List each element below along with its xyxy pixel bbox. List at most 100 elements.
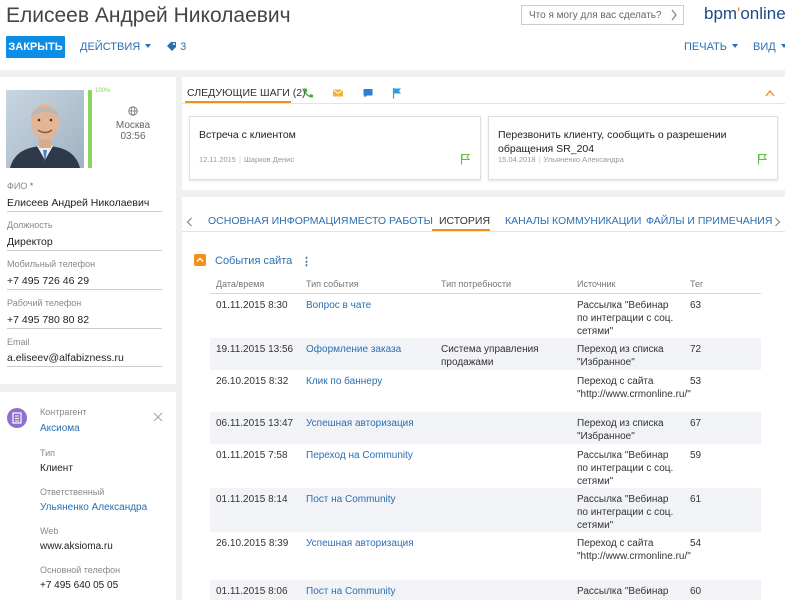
cell-source: Рассылка "Вебинар по интеграции с соц. с…: [577, 450, 674, 487]
cell-source: Рассылка "Вебинар по: [577, 586, 669, 600]
field-label-work-phone: Рабочий телефон: [7, 298, 82, 308]
cell-date: 01.11.2015 8:06: [216, 586, 288, 597]
print-button[interactable]: ПЕЧАТЬ: [684, 41, 738, 53]
work-phone-field[interactable]: +7 495 780 80 82: [7, 314, 89, 326]
account-icon: [7, 408, 27, 428]
account-link[interactable]: Аксиома: [40, 423, 80, 434]
field-divider: [7, 250, 162, 251]
tab-history[interactable]: ИСТОРИЯ: [439, 215, 490, 227]
field-label-fullname: ФИО *: [7, 181, 34, 191]
flag-icon[interactable]: [756, 153, 768, 165]
next-step-card[interactable]: Перезвонить клиенту, сообщить о разрешен…: [488, 116, 778, 180]
cell-event-link[interactable]: Клик по баннеру: [306, 375, 382, 388]
chevron-right-icon[interactable]: [774, 217, 781, 227]
field-divider: [7, 366, 162, 367]
caret-down-icon: [780, 44, 785, 48]
cell-date: 01.11.2015 8:14: [216, 494, 288, 505]
phone-icon[interactable]: [302, 87, 314, 99]
account-web-value[interactable]: www.aksioma.ru: [40, 541, 113, 552]
column-header[interactable]: Тип события: [306, 279, 359, 289]
flag-icon[interactable]: [459, 153, 471, 165]
tag-icon: [167, 42, 176, 51]
chevron-up-icon[interactable]: [765, 89, 775, 97]
cell-source: Рассылка "Вебинар по интеграции с соц. с…: [577, 494, 674, 531]
job-field[interactable]: Директор: [7, 236, 53, 248]
contact-photo[interactable]: [6, 90, 84, 168]
command-line[interactable]: Что я могу для вас сделать?: [521, 5, 684, 25]
account-owner-link[interactable]: Ульяненко Александра: [40, 502, 147, 513]
field-label-mobile: Мобильный телефон: [7, 259, 96, 269]
account-web-label: Web: [40, 526, 59, 536]
cell-event-link[interactable]: Успешная авторизация: [306, 417, 414, 430]
column-header[interactable]: Тип потребности: [441, 279, 511, 289]
detail-title[interactable]: События сайта: [215, 255, 292, 267]
cell-tag: 53: [690, 376, 702, 387]
next-step-card[interactable]: Встреча с клиентом 12.11.2015 | Шарков Ден…: [189, 116, 481, 180]
flag-icon[interactable]: [391, 87, 403, 99]
more-options-icon[interactable]: ⋮: [301, 255, 312, 268]
table-row[interactable]: 26.10.2015 8:32 Клик по баннеру Переход …: [210, 370, 761, 412]
table-row[interactable]: 01.11.2015 8:06 Пост на Community Рассыл…: [210, 580, 761, 600]
column-header[interactable]: Тег: [690, 279, 703, 289]
cell-date: 06.11.2015 13:47: [216, 418, 294, 429]
column-header[interactable]: Дата/время: [216, 279, 264, 289]
completeness-value: 100%: [95, 88, 111, 94]
cell-tag: 54: [690, 538, 702, 549]
table-row[interactable]: 19.11.2015 13:56 Оформление заказа Систе…: [210, 338, 761, 370]
close-button[interactable]: ЗАКРЫТЬ: [6, 36, 65, 58]
email-icon[interactable]: [332, 87, 344, 99]
field-label-job: Должность: [7, 220, 53, 230]
field-divider: [7, 328, 162, 329]
cell-tag: 72: [690, 344, 702, 355]
cell-event-link[interactable]: Оформление заказа: [306, 343, 401, 356]
tab-files[interactable]: ФАЙЛЫ И ПРИМЕЧАНИЯ: [646, 215, 772, 227]
mobile-phone-field[interactable]: +7 495 726 46 29: [7, 275, 89, 287]
cell-event-link[interactable]: Пост на Community: [306, 493, 396, 506]
cell-source: Переход с сайта "http://www.crmonline.ru…: [577, 538, 691, 562]
cell-source: Переход из списка "Избранное": [577, 344, 664, 368]
field-label-email: Email: [7, 337, 30, 347]
table-row[interactable]: 06.11.2015 13:47 Успешная авторизация Пе…: [210, 412, 761, 444]
chevron-left-icon[interactable]: [186, 217, 193, 227]
command-line-placeholder: Что я могу для вас сделать?: [529, 10, 662, 21]
globe-icon: [128, 106, 138, 116]
close-icon[interactable]: [153, 412, 163, 422]
caret-down-icon: [145, 44, 152, 48]
field-divider: [7, 289, 162, 290]
tab-main-info[interactable]: ОСНОВНАЯ ИНФОРМАЦИЯ: [208, 215, 348, 227]
page-title: Елисеев Андрей Николаевич: [6, 4, 291, 27]
tags-button[interactable]: 3: [166, 41, 186, 53]
logo: bpm'online: [704, 4, 785, 23]
view-button[interactable]: ВИД: [753, 41, 785, 53]
account-type-value: Клиент: [40, 463, 73, 474]
tab-job[interactable]: МЕСТО РАБОТЫ: [349, 215, 433, 227]
next-step-title[interactable]: Встреча с клиентом: [199, 128, 296, 142]
table-row[interactable]: 01.11.2015 7:58 Переход на Community Рас…: [210, 444, 761, 488]
collapse-detail-button[interactable]: [194, 254, 206, 266]
chat-icon[interactable]: [362, 87, 374, 99]
chevron-right-icon[interactable]: [670, 9, 678, 21]
cell-source: Рассылка "Вебинар по интеграции с соц. с…: [577, 300, 674, 337]
table-row[interactable]: 26.10.2015 8:39 Успешная авторизация Пер…: [210, 532, 761, 580]
actions-button[interactable]: ДЕЙСТВИЯ: [80, 41, 152, 53]
account-label: Контрагент: [40, 407, 87, 417]
next-step-title[interactable]: Перезвонить клиенту, сообщить о разрешен…: [498, 128, 768, 156]
completeness-bar: [88, 90, 92, 168]
divider: [182, 103, 785, 104]
cell-event-link[interactable]: Успешная авторизация: [306, 537, 414, 550]
cell-source: Переход из списка "Избранное": [577, 418, 664, 442]
cell-tag: 60: [690, 586, 702, 597]
cell-event-link[interactable]: Вопрос в чате: [306, 299, 371, 312]
table-row[interactable]: 01.11.2015 8:30 Вопрос в чате Рассылка "…: [210, 294, 761, 338]
email-field[interactable]: a.eliseev@alfabizness.ru: [7, 352, 124, 364]
account-phone-value[interactable]: +7 495 640 05 05: [40, 580, 118, 591]
next-steps-title[interactable]: СЛЕДУЮЩИЕ ШАГИ (2): [187, 87, 306, 99]
table-row[interactable]: 01.11.2015 8:14 Пост на Community Рассыл…: [210, 488, 761, 532]
fullname-field[interactable]: Елисеев Андрей Николаевич: [7, 197, 149, 209]
cell-event-link[interactable]: Переход на Community: [306, 449, 413, 462]
column-header[interactable]: Источник: [577, 279, 615, 289]
cell-date: 01.11.2015 7:58: [216, 450, 288, 461]
tab-communication[interactable]: КАНАЛЫ КОММУНИКАЦИИ: [505, 215, 641, 227]
next-step-meta: 15.04.2018 | Ульяненко Александра: [498, 155, 624, 164]
cell-event-link[interactable]: Пост на Community: [306, 585, 396, 598]
